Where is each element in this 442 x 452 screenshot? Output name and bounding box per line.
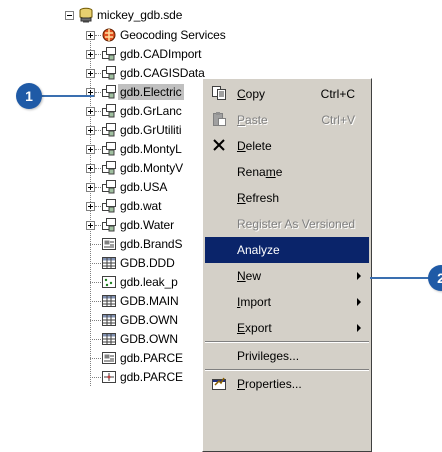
tree-item-label: gdb.PARCE [120, 351, 183, 365]
tree-item-label: gdb.Electric [118, 84, 184, 100]
menu-item-properties[interactable]: Properties... [205, 371, 369, 397]
menu-separator [205, 341, 369, 343]
menu-item-refresh[interactable]: Refresh [205, 185, 369, 211]
database-server-icon [79, 7, 93, 23]
feature-dataset-icon [102, 123, 116, 137]
feature-dataset-icon [102, 161, 116, 175]
menu-item-analyze[interactable]: Analyze [205, 237, 369, 263]
tree-item-label: gdb.USA [120, 180, 168, 194]
feature-dataset-icon [102, 85, 116, 99]
expand-toggle[interactable] [86, 126, 95, 135]
menu-item-import[interactable]: Import [205, 289, 369, 315]
tree-item-label: gdb.MontyL [120, 142, 182, 156]
menu-shortcut: Ctrl+V [321, 113, 355, 127]
menu-item-label: Rename [237, 165, 283, 179]
submenu-arrow-icon [357, 324, 361, 332]
menu-item-label: Analyze [237, 243, 280, 257]
delete-icon [213, 139, 225, 151]
tree-item-label: GDB.DDD [120, 256, 175, 270]
table-icon [102, 295, 116, 307]
tree-item-label: gdb.PARCE [120, 370, 183, 384]
tree-item-label: gdb.MontyV [120, 161, 184, 175]
menu-item-paste[interactable]: Paste Ctrl+V [205, 107, 369, 133]
menu-shortcut: Ctrl+C [320, 87, 355, 101]
submenu-arrow-icon [357, 298, 361, 306]
tree-item-label: gdb.wat [120, 199, 162, 213]
tree-item-label: GDB.OWN [120, 313, 178, 327]
tree-item-label: GDB.MAIN [120, 294, 179, 308]
table-icon [102, 314, 116, 326]
menu-item-label: Properties... [237, 377, 302, 391]
properties-icon [212, 377, 226, 390]
feature-dataset-icon [102, 104, 116, 118]
feature-dataset-icon [102, 199, 116, 213]
expand-toggle[interactable] [86, 183, 95, 192]
tree-branch-line [90, 320, 101, 321]
tree-item-label: gdb.CADImport [120, 47, 202, 61]
tree-branch-line [90, 244, 101, 245]
tree-item-label: gdb.Water [120, 218, 175, 232]
expand-toggle[interactable] [86, 69, 95, 78]
tree-item-label: gdb.GrUtiliti [120, 123, 182, 137]
tree-item-label: gdb.CAGISData [120, 66, 205, 80]
tree-item-label: gdb.BrandS [120, 237, 183, 251]
context-menu: Copy Ctrl+C Paste Ctrl+V Delete Rename Refresh… [202, 78, 372, 452]
tree-item-label: GDB.OWN [120, 332, 178, 346]
tree-branch-line [90, 263, 101, 264]
menu-item-label: Copy [237, 87, 266, 101]
feature-dataset-icon [102, 180, 116, 194]
tree-root-label: mickey_gdb.sde [97, 8, 183, 22]
expand-toggle[interactable] [86, 164, 95, 173]
tree-branch-line [90, 339, 101, 340]
menu-item-register-as-versioned[interactable]: Register As Versioned [205, 211, 369, 237]
table-icon [102, 333, 116, 345]
menu-item-label: Export [237, 321, 272, 335]
expand-toggle[interactable] [86, 50, 95, 59]
expand-toggle[interactable] [86, 202, 95, 211]
topology-icon [102, 371, 116, 383]
callout-1-badge: 1 [16, 83, 42, 109]
menu-item-label: Import [237, 295, 272, 309]
feature-dataset-icon [102, 47, 116, 61]
menu-item-label: Privileges... [237, 349, 300, 363]
menu-item-label: New [237, 269, 262, 283]
menu-item-label: Register As Versioned [237, 217, 356, 231]
menu-item-export[interactable]: Export [205, 315, 369, 341]
feature-dataset-icon [102, 66, 116, 80]
tree-item-label: gdb.leak_p [120, 275, 178, 289]
menu-item-label: Refresh [237, 191, 280, 205]
tree-branch-line [90, 377, 101, 378]
menu-item-delete[interactable]: Delete [205, 133, 369, 159]
feature-dataset-icon [102, 218, 116, 232]
expand-toggle[interactable] [86, 31, 95, 40]
paste-icon [213, 112, 226, 126]
raster-catalog-icon [102, 238, 116, 250]
geocoding-services-icon [102, 28, 116, 42]
menu-item-label: Delete [237, 139, 272, 153]
copy-icon [212, 86, 226, 100]
callout-2-badge: 2 [428, 265, 442, 291]
tree-item-label: Geocoding Services [120, 28, 226, 42]
callout-1-leader [40, 95, 94, 97]
collapse-toggle[interactable] [65, 11, 74, 20]
callout-2-leader [370, 277, 430, 279]
menu-separator [205, 369, 369, 371]
tree-branch-line [90, 301, 101, 302]
menu-item-label: Paste [237, 113, 268, 127]
table-icon [102, 257, 116, 269]
expand-toggle[interactable] [86, 145, 95, 154]
expand-toggle[interactable] [86, 107, 95, 116]
expand-toggle[interactable] [86, 221, 95, 230]
tree-item-label: gdb.GrLanc [120, 104, 182, 118]
tree-branch-line [90, 282, 101, 283]
submenu-arrow-icon [357, 272, 361, 280]
menu-item-rename[interactable]: Rename [205, 159, 369, 185]
menu-item-copy[interactable]: Copy Ctrl+C [205, 81, 369, 107]
point-feature-class-icon [102, 276, 116, 288]
feature-dataset-icon [102, 142, 116, 156]
tree-branch-line [90, 358, 101, 359]
raster-catalog-icon [102, 352, 116, 364]
menu-item-privileges[interactable]: Privileges... [205, 343, 369, 369]
menu-item-new[interactable]: New [205, 263, 369, 289]
